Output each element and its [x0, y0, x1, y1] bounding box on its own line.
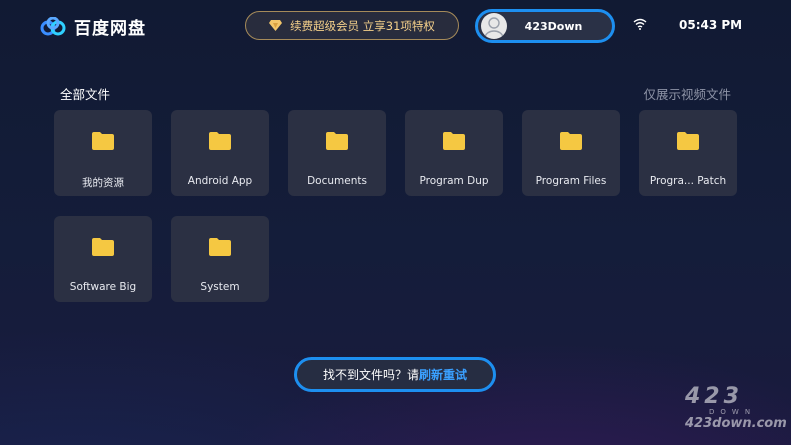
folder-tile[interactable]: Program Dup — [405, 110, 503, 196]
section-title: 全部文件 — [60, 87, 111, 102]
folder-label: 我的资源 — [82, 177, 124, 189]
retry-prompt: 找不到文件吗？请 — [322, 368, 419, 382]
folder-label: Program Dup — [419, 175, 489, 187]
user-name: 423Down — [524, 19, 583, 33]
folder-icon — [92, 132, 114, 150]
folder-tile[interactable]: Android App — [171, 110, 269, 196]
folder-icon — [326, 132, 348, 150]
user-account-button[interactable]: 423Down — [475, 9, 615, 43]
refresh-retry-button[interactable]: 找不到文件吗？请 刷新重试 — [294, 357, 496, 392]
folder-label: System — [200, 281, 240, 293]
folder-label: Software Big — [69, 281, 137, 293]
folder-tile[interactable]: Program Files — [522, 110, 620, 196]
folder-icon — [560, 132, 582, 150]
folder-tile[interactable]: System — [171, 216, 269, 302]
retry-action: 刷新重试 — [419, 368, 468, 382]
folder-tile[interactable]: Progra... Patch — [639, 110, 737, 196]
app-name: 百度网盘 — [74, 19, 146, 39]
app-logo: 百度网盘 — [40, 14, 146, 39]
folder-icon — [209, 238, 231, 256]
diamond-icon — [269, 20, 283, 31]
folder-icon — [92, 238, 114, 256]
folder-icon — [209, 132, 231, 150]
folder-icon — [443, 132, 465, 150]
folder-icon — [677, 132, 699, 150]
clock: 05:43 PM — [679, 18, 743, 32]
cloud-logo-icon — [40, 16, 66, 35]
wifi-icon — [633, 18, 647, 30]
folder-label: Program Files — [535, 175, 607, 187]
folder-label: Android App — [187, 175, 253, 187]
folder-tile[interactable]: Documents — [288, 110, 386, 196]
avatar-icon — [484, 17, 504, 38]
vip-label: 续费超级会员 立享31项特权 — [290, 18, 435, 33]
vip-renew-button[interactable]: 续费超级会员 立享31项特权 — [245, 11, 459, 40]
watermark-sub: DOWN — [709, 408, 757, 416]
video-only-filter[interactable]: 仅展示视频文件 — [643, 84, 731, 103]
avatar — [481, 13, 507, 39]
folder-tile[interactable]: 我的资源 — [54, 110, 152, 196]
folder-label: Documents — [307, 175, 367, 187]
site-watermark: 423 DOWN 423down.com — [685, 386, 787, 432]
watermark-url: 423down.com — [685, 416, 787, 431]
folder-tile[interactable]: Software Big — [54, 216, 152, 302]
watermark-logo: 423 — [685, 384, 743, 409]
folder-label: Progra... Patch — [649, 175, 727, 187]
